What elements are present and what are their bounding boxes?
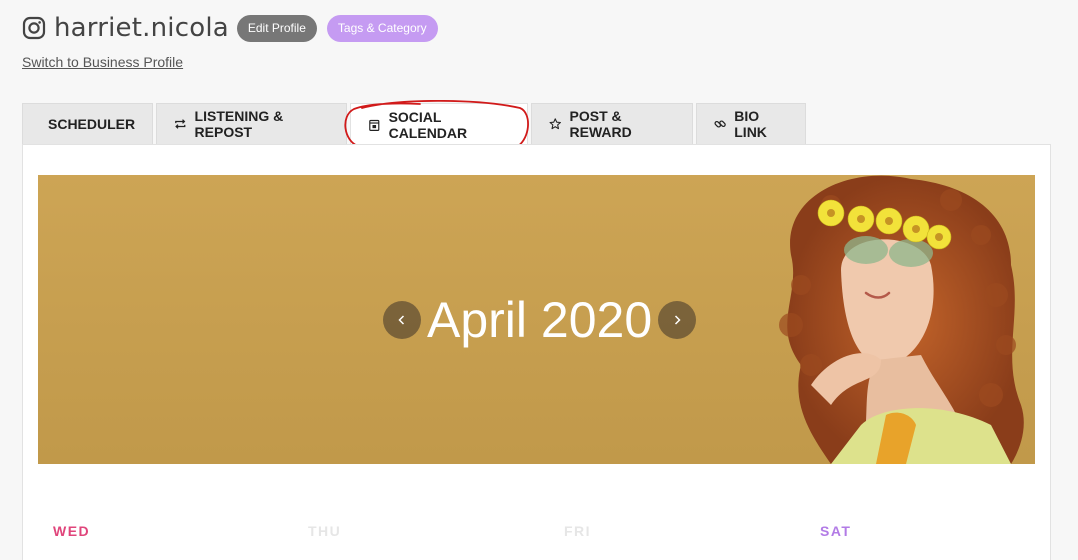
tab-post-reward-label: POST & REWARD: [569, 108, 632, 140]
month-title: April 2020: [427, 292, 653, 348]
month-banner: April 2020: [38, 175, 1035, 464]
tab-social-calendar[interactable]: SOCIAL CALENDAR: [350, 103, 528, 145]
star-icon: [549, 118, 561, 130]
tab-social-calendar-label: SOCIAL CALENDAR: [388, 108, 468, 141]
month-navigation: April 2020: [383, 292, 697, 348]
edit-profile-button[interactable]: Edit Profile: [236, 14, 317, 42]
tab-bar: SCHEDULER LISTENING & REPOST SOCIAL CALE…: [22, 103, 809, 145]
next-month-button[interactable]: [658, 301, 697, 339]
tab-post-reward[interactable]: POST & REWARD: [531, 103, 693, 144]
instagram-icon: [22, 16, 46, 40]
weekday-sat: SAT: [820, 523, 852, 539]
calendar-panel: April 2020 WED THU FRI SAT: [22, 144, 1051, 560]
weekday-thu: THU: [308, 523, 342, 539]
weekday-wed: WED: [53, 523, 91, 539]
tab-scheduler-label: SCHEDULER: [48, 116, 136, 132]
prev-month-button[interactable]: [383, 301, 421, 339]
chevron-right-icon: [675, 315, 681, 325]
link-icon: [714, 120, 726, 128]
tab-bio-link-label: BIO LINK: [734, 108, 767, 140]
profile-header: harriet.nicola Edit Profile Tags & Categ…: [22, 12, 448, 44]
chevron-left-icon: [398, 315, 405, 325]
switch-business-profile-link[interactable]: Switch to Business Profile: [22, 54, 183, 70]
tags-category-button[interactable]: Tags & Category: [326, 14, 438, 42]
calendar-icon: [369, 119, 380, 131]
tab-scheduler[interactable]: SCHEDULER: [22, 103, 153, 144]
banner-portrait-image: [779, 175, 1024, 464]
tab-listening-repost[interactable]: LISTENING & REPOST: [156, 103, 347, 144]
tab-listening-repost-label: LISTENING & REPOST: [194, 108, 284, 140]
repost-icon: [175, 119, 186, 129]
weekday-fri: FRI: [564, 523, 592, 539]
tab-bio-link[interactable]: BIO LINK: [696, 103, 806, 144]
profile-username: harriet.nicola: [54, 13, 229, 43]
weekday-header: WED THU FRI SAT: [23, 523, 1052, 543]
